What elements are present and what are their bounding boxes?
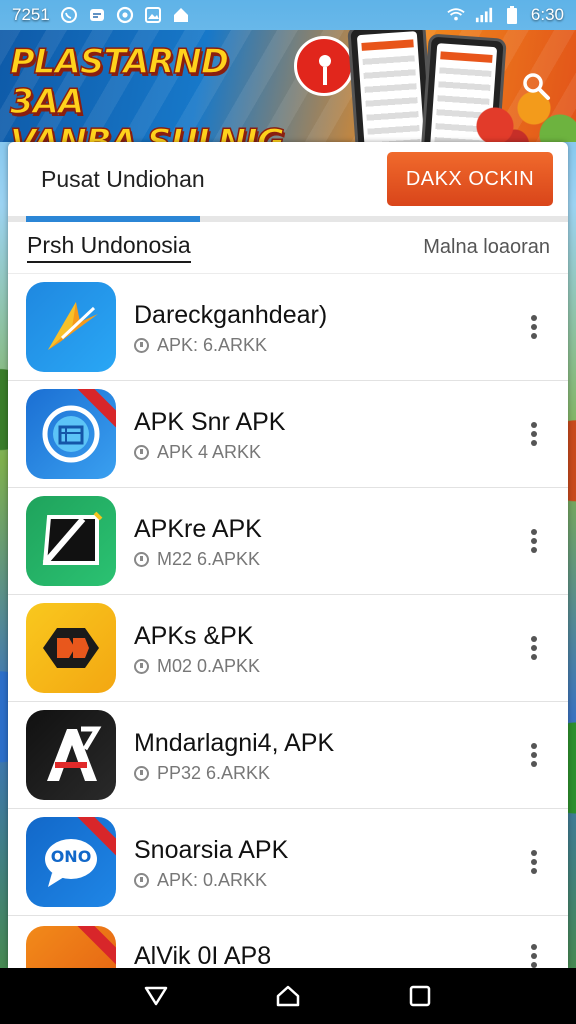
letter-a-app-icon: [26, 710, 116, 800]
banner-title-line1: PLASTARND 3AA: [9, 41, 230, 123]
orange-app-icon: [26, 926, 116, 968]
more-options-icon[interactable]: [514, 926, 554, 968]
whatsapp-icon: [60, 6, 78, 24]
app-name: Dareckganhdear): [134, 300, 328, 329]
list-item[interactable]: Mndarlagni4, APK PP32 6.ARKK: [8, 702, 568, 809]
frame-app-icon: [26, 496, 116, 586]
promo-banner[interactable]: PLASTARND 3AA VANBA SULNIG: [0, 30, 576, 142]
badge-app-icon: [26, 603, 116, 693]
main-card: Pusat Undiohan DAKX OCKIN Prsh Undonosia…: [8, 142, 568, 968]
app-meta: M02 0.APKK: [157, 655, 261, 676]
status-time-right: 6:30: [530, 5, 564, 24]
status-time-left: 7251: [12, 5, 50, 24]
version-icon: [134, 872, 149, 888]
messages-icon: [88, 6, 106, 24]
location-pin-icon: [294, 36, 354, 96]
tab-indicator: [26, 216, 200, 222]
wifi-icon: [447, 6, 465, 24]
chat-app-badge-text: ONO: [50, 847, 92, 866]
banner-title: PLASTARND 3AA VANBA SULNIG: [9, 41, 310, 142]
list-item[interactable]: APKs &PK M02 0.APKK: [8, 595, 568, 702]
gallery-icon: [144, 6, 162, 24]
section-more-link[interactable]: Malna loaoran: [423, 236, 550, 259]
arrow-app-icon: [26, 282, 116, 372]
version-icon: [134, 765, 149, 781]
back-icon[interactable]: [131, 971, 181, 1021]
navigation-bar: [0, 968, 576, 1024]
app-list: Dareckganhdear) APK: 6.ARKK APK Snr APK …: [8, 274, 568, 968]
signal-icon: [475, 6, 493, 24]
more-options-icon[interactable]: [514, 297, 554, 357]
more-options-icon[interactable]: [514, 725, 554, 785]
window-app-icon: [26, 389, 116, 479]
version-icon: [134, 444, 149, 460]
chat-app-icon: ONO: [26, 817, 116, 907]
banner-title-line2: VANBA SULNIG: [9, 121, 285, 142]
section-header: Prsh Undonosia Malna loaoran: [8, 222, 568, 274]
list-item[interactable]: AlVik 0I AP8: [8, 916, 568, 968]
list-item[interactable]: Dareckganhdear) APK: 6.ARKK: [8, 274, 568, 381]
app-name: APK Snr APK: [134, 407, 286, 436]
more-options-icon[interactable]: [514, 618, 554, 678]
app-name: APKs &PK: [134, 621, 254, 650]
version-icon: [134, 551, 149, 567]
more-options-icon[interactable]: [514, 511, 554, 571]
version-icon: [134, 337, 149, 353]
vegetables-illustration: [456, 72, 576, 142]
home-icon: [172, 6, 190, 24]
search-icon[interactable]: [518, 68, 554, 104]
status-bar: 7251 6:30: [0, 0, 576, 30]
app-meta: APK: 6.ARKK: [157, 334, 268, 355]
list-item[interactable]: APKre APK M22 6.APKK: [8, 488, 568, 595]
page-title: Pusat Undiohan: [41, 165, 205, 192]
app-meta: APK: 0.ARKK: [157, 869, 268, 890]
cta-button[interactable]: DAKX OCKIN: [387, 152, 553, 206]
version-icon: [134, 658, 149, 674]
recents-icon[interactable]: [395, 971, 445, 1021]
card-header: Pusat Undiohan DAKX OCKIN: [8, 142, 568, 222]
app-name: APKre APK: [134, 514, 262, 543]
more-options-icon[interactable]: [514, 832, 554, 892]
battery-icon: [503, 6, 521, 24]
app-name: Mndarlagni4, APK: [134, 728, 335, 757]
app-meta: PP32 6.ARKK: [157, 762, 271, 783]
app-meta: M22 6.APKK: [157, 548, 261, 569]
list-item[interactable]: ONO Snoarsia APK APK: 0.ARKK: [8, 809, 568, 916]
app-meta: APK 4 ARKK: [157, 441, 262, 462]
chrome-icon: [116, 6, 134, 24]
section-title[interactable]: Prsh Undonosia: [27, 232, 191, 263]
app-name: Snoarsia APK: [134, 835, 289, 864]
app-name: AlVik 0I AP8: [134, 942, 272, 968]
list-item[interactable]: APK Snr APK APK 4 ARKK: [8, 381, 568, 488]
more-options-icon[interactable]: [514, 404, 554, 464]
home-icon[interactable]: [263, 971, 313, 1021]
